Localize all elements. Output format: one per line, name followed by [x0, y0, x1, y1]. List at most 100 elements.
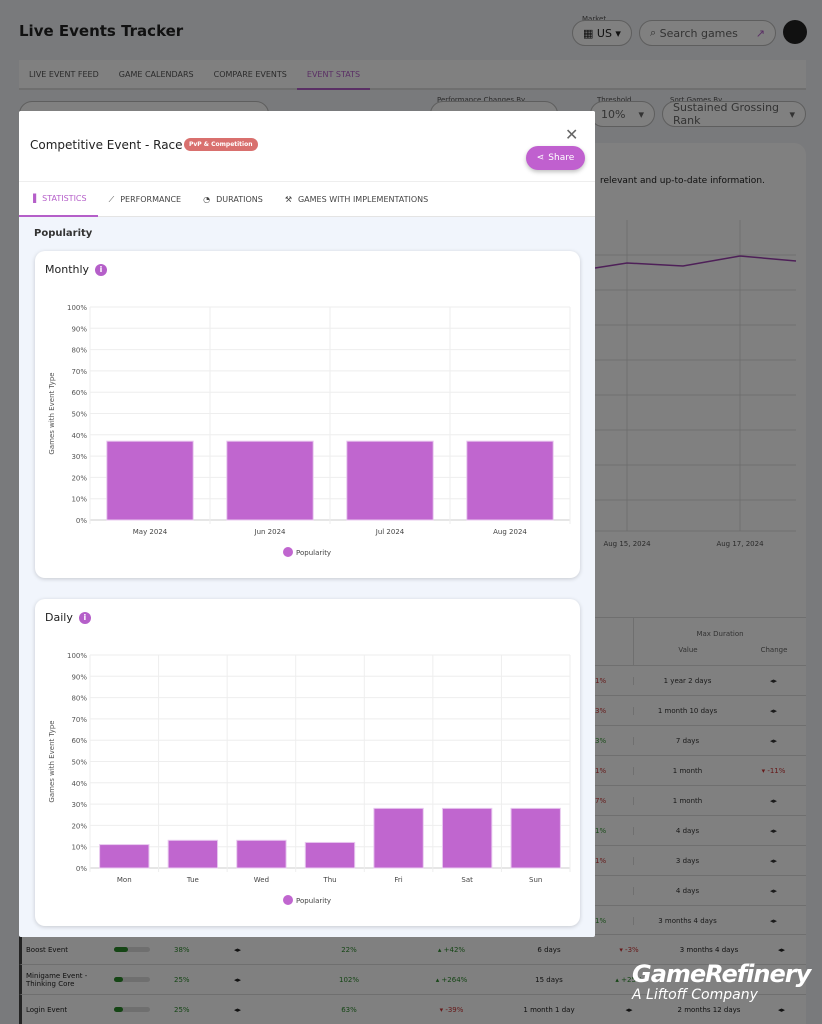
table-row: 1% 1 month ▾ -11% [595, 755, 806, 785]
max-duration-value: 1 year 2 days [633, 676, 741, 685]
x-tick: Sun [529, 876, 542, 884]
bar [304, 841, 356, 869]
modal-title: Competitive Event - Race [30, 138, 183, 152]
search-input[interactable]: ⌕ Search games ↗ [639, 20, 776, 46]
popularity-change: ◂▸ [234, 975, 242, 984]
y-tick: 50% [71, 759, 87, 767]
x-tick: Thu [322, 876, 336, 884]
y-tick: 10% [71, 496, 87, 504]
table-row: 1% 3 months 4 days ◂▸ [595, 905, 806, 935]
popularity-change: ◂▸ [234, 1005, 242, 1014]
popularity-value: 25% [174, 975, 190, 984]
timer-icon: ◔ [203, 195, 211, 204]
table-row: 7% 1 month ◂▸ [595, 785, 806, 815]
share-button[interactable]: ⋖ Share [526, 146, 585, 170]
y-tick: 30% [71, 801, 87, 809]
max-duration-change: ◂▸ [769, 826, 778, 835]
threshold-select[interactable]: 10% ▾ [590, 101, 655, 127]
bar-chart-icon: ▐ [30, 194, 37, 203]
max-duration-value: 4 days [633, 886, 741, 895]
table-row[interactable]: Minigame Event - Thinking Core 25% ◂▸ 102% ▴… [19, 964, 806, 994]
caret-down-icon: ▾ [611, 26, 621, 40]
y-tick: 100% [67, 304, 87, 312]
background-line-chart: Aug 15, 2024 Aug 17, 2024 [590, 220, 797, 548]
nav-compare-events[interactable]: COMPARE EVENTS [204, 60, 297, 90]
hammer-icon: ⚒ [284, 195, 292, 204]
table-row: 4 days ◂▸ [595, 875, 806, 905]
tab-performance[interactable]: ⟋ PERFORMANCE [98, 182, 193, 217]
tab-label: DURATIONS [216, 195, 263, 204]
table-row: 3% 1 month 10 days ◂▸ [595, 695, 806, 725]
caret-down-icon: ▾ [789, 107, 795, 121]
event-name: Minigame Event - Thinking Core [26, 971, 88, 988]
table-row[interactable]: Boost Event 38% ◂▸ 22% ▴ +42% 6 days ▾ -3% 3 mo… [19, 934, 806, 964]
legend-marker [283, 547, 293, 557]
max-duration-value: 3 days [633, 856, 741, 865]
bar [236, 839, 287, 869]
y-tick: 80% [71, 695, 87, 703]
max-duration-change: ◂▸ [769, 796, 778, 805]
sort-select[interactable]: Sustained Grossing Rank ▾ [662, 101, 806, 127]
monthly-chart: 0% 10% 20% 30% 40% 50% 60% 70% 80% 90% 100% May 202… [48, 304, 571, 557]
search-icon: ⌕ [650, 26, 660, 39]
max-duration-change: ◂▸ [777, 1005, 786, 1014]
trend-line-icon: ⟋ [108, 194, 115, 204]
x-tick: Aug 2024 [493, 528, 527, 536]
max-duration: 2 months 12 days [677, 1005, 741, 1014]
max-duration-value: 3 months 4 days [633, 916, 741, 925]
bar [167, 839, 219, 869]
tab-label: PERFORMANCE [120, 195, 182, 204]
close-icon[interactable]: ✕ [565, 125, 578, 144]
max-duration-value: 1 month 10 days [633, 706, 741, 715]
tab-games-with-implementations[interactable]: ⚒ GAMES WITH IMPLEMENTATIONS [274, 182, 439, 217]
y-axis-label: Games with Event Type [48, 372, 56, 454]
y-tick: 40% [71, 780, 87, 788]
max-duration-change: ◂▸ [777, 945, 786, 954]
performance-value: 22% [341, 945, 357, 954]
tab-durations[interactable]: ◔ DURATIONS [192, 182, 274, 217]
tab-label: STATISTICS [42, 194, 87, 203]
change-header: Change [760, 645, 788, 654]
max-duration-value: 1 month [633, 766, 741, 775]
nav-live-event-feed[interactable]: LIVE EVENT FEED [19, 60, 109, 90]
y-tick: 60% [71, 389, 87, 397]
y-tick: 50% [71, 411, 87, 419]
x-tick: Mon [117, 876, 132, 884]
popularity-change: ◂▸ [234, 945, 242, 954]
nav-game-calendars[interactable]: GAME CALENDARS [109, 60, 204, 90]
y-tick: 80% [71, 347, 87, 355]
y-tick: 40% [71, 432, 87, 440]
max-duration-change: ◂▸ [769, 736, 778, 745]
nav-event-stats[interactable]: EVENT STATS [296, 60, 371, 90]
tab-statistics[interactable]: ▐ STATISTICS [19, 182, 98, 217]
y-tick: 100% [67, 652, 87, 660]
app-title: Live Events Tracker [19, 22, 184, 40]
bar [99, 844, 150, 869]
y-tick: 20% [71, 474, 87, 482]
table-row[interactable]: Login Event 25% ◂▸ 63% ▾ -39% 1 month 1 day ◂▸… [19, 994, 806, 1024]
change-cell: 3% [595, 706, 607, 715]
event-stats-modal: Competitive Event - Race PvP & Competiti… [19, 111, 595, 937]
max-duration-value: 1 month [633, 796, 741, 805]
y-tick: 30% [71, 453, 87, 461]
performance-value: 102% [338, 975, 359, 984]
max-duration-change: ▾ -11% [761, 766, 786, 775]
section-title: Popularity [34, 228, 93, 239]
performance-change: ▾ -39% [439, 1005, 464, 1014]
external-link-icon[interactable]: ↗ [756, 27, 765, 40]
performance-value: 63% [341, 1005, 357, 1014]
table-row: 1% 1 year 2 days ◂▸ [595, 665, 806, 695]
duration-change: ▴ +25% [615, 975, 643, 984]
max-duration: 3 months 4 days [679, 945, 739, 954]
x-tick: Aug 15, 2024 [603, 540, 651, 548]
x-tick: Wed [254, 876, 269, 884]
popularity-value: 25% [174, 1005, 190, 1014]
market-select[interactable]: ▦ US ▾ [572, 20, 632, 46]
share-label: Share [548, 153, 575, 163]
max-duration-change: ◂▸ [769, 886, 778, 895]
avatar[interactable] [783, 20, 807, 44]
y-tick: 70% [71, 368, 87, 376]
max-duration-change: ◂▸ [769, 856, 778, 865]
performance-change: ▴ +264% [435, 975, 468, 984]
bar [226, 440, 314, 521]
